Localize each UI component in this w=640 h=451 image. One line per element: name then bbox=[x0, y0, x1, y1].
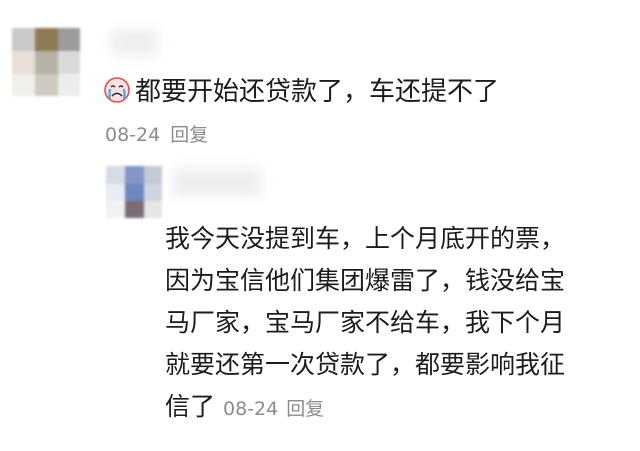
comment-reply-button[interactable]: 回复 bbox=[170, 124, 208, 146]
reply-body: 我今天没提到车，上个月底开的票， 因为宝信他们集团爆雷了，钱没给宝 马厂家，宝马… bbox=[165, 218, 635, 430]
reply-last-line: 信了 08-24 回复 bbox=[165, 386, 635, 430]
commenter-name[interactable] bbox=[110, 30, 158, 56]
commenter-avatar[interactable] bbox=[12, 28, 80, 96]
reply-line: 马厂家，宝马厂家不给车，我下个月 bbox=[165, 308, 566, 337]
replier-avatar[interactable] bbox=[106, 166, 162, 218]
reply-meta: 08-24 回复 bbox=[223, 398, 324, 420]
comment-date: 08-24 bbox=[105, 124, 161, 146]
reply-line: 因为宝信他们集团爆雷了，钱没给宝 bbox=[165, 266, 566, 295]
reply-date: 08-24 bbox=[223, 398, 279, 420]
reply-line: 信了 bbox=[165, 392, 216, 421]
reply-reply-button[interactable]: 回复 bbox=[286, 398, 324, 420]
comment-text: 都要开始还贷款了，车还提不了 bbox=[135, 77, 500, 107]
comment-body: 都要开始还贷款了，车还提不了 bbox=[103, 72, 499, 112]
reply-line: 我今天没提到车，上个月底开的票， bbox=[165, 224, 566, 253]
replier-name[interactable] bbox=[172, 168, 262, 196]
comment-meta: 08-24 回复 bbox=[105, 120, 208, 147]
crying-face-icon bbox=[104, 77, 130, 103]
reply-line: 就要还第一次贷款了，都要影响我征 bbox=[165, 350, 566, 379]
